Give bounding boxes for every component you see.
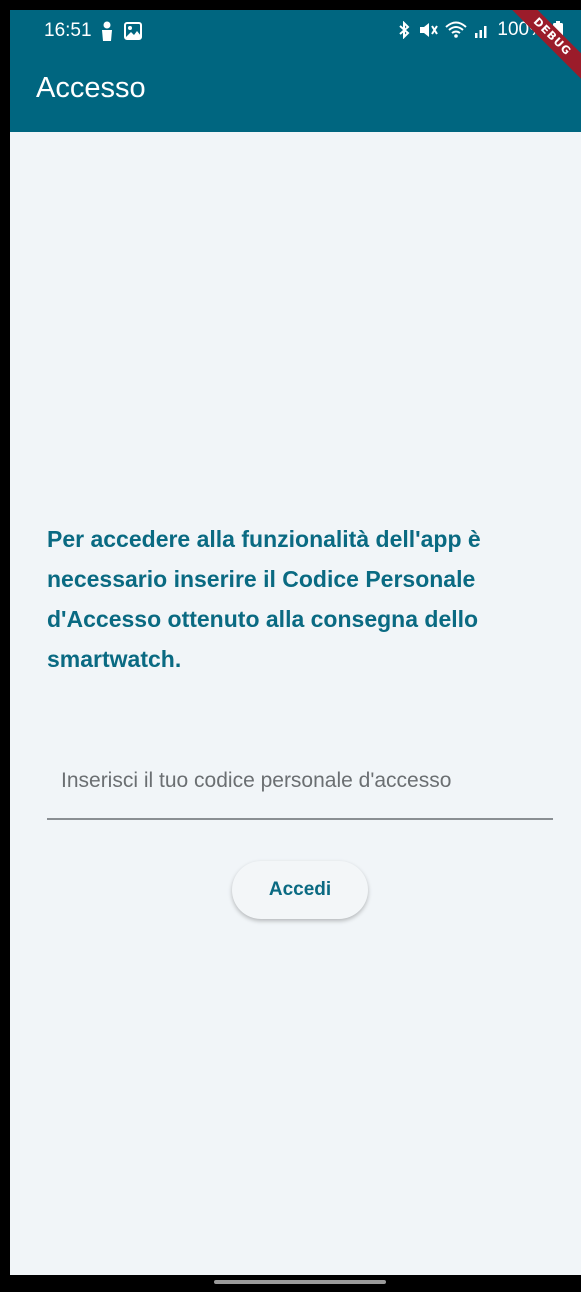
home-gesture-handle[interactable] <box>214 1280 386 1284</box>
gallery-icon <box>124 22 142 40</box>
app-bar: 16:51 100% Accesso DEBUG <box>10 10 581 132</box>
device-frame: 16:51 100% Accesso DEBUG Per accedere al… <box>0 0 581 1292</box>
person-icon <box>100 21 114 41</box>
status-left-icons <box>100 21 142 41</box>
mute-icon <box>418 21 439 39</box>
login-button[interactable]: Accedi <box>232 861 368 919</box>
signal-icon <box>474 22 490 38</box>
status-bar: 16:51 100% <box>10 10 581 54</box>
system-nav-bar <box>0 1275 581 1292</box>
bluetooth-icon <box>397 21 411 39</box>
access-instructions: Per accedere alla funzionalità dell'app … <box>47 526 481 672</box>
status-time: 16:51 <box>44 20 92 41</box>
access-code-input[interactable] <box>59 768 543 794</box>
page-title: Accesso <box>36 72 146 104</box>
access-code-field[interactable] <box>47 760 553 820</box>
app-screen: 16:51 100% Accesso DEBUG Per accedere al… <box>10 10 581 1275</box>
wifi-icon <box>445 21 468 39</box>
